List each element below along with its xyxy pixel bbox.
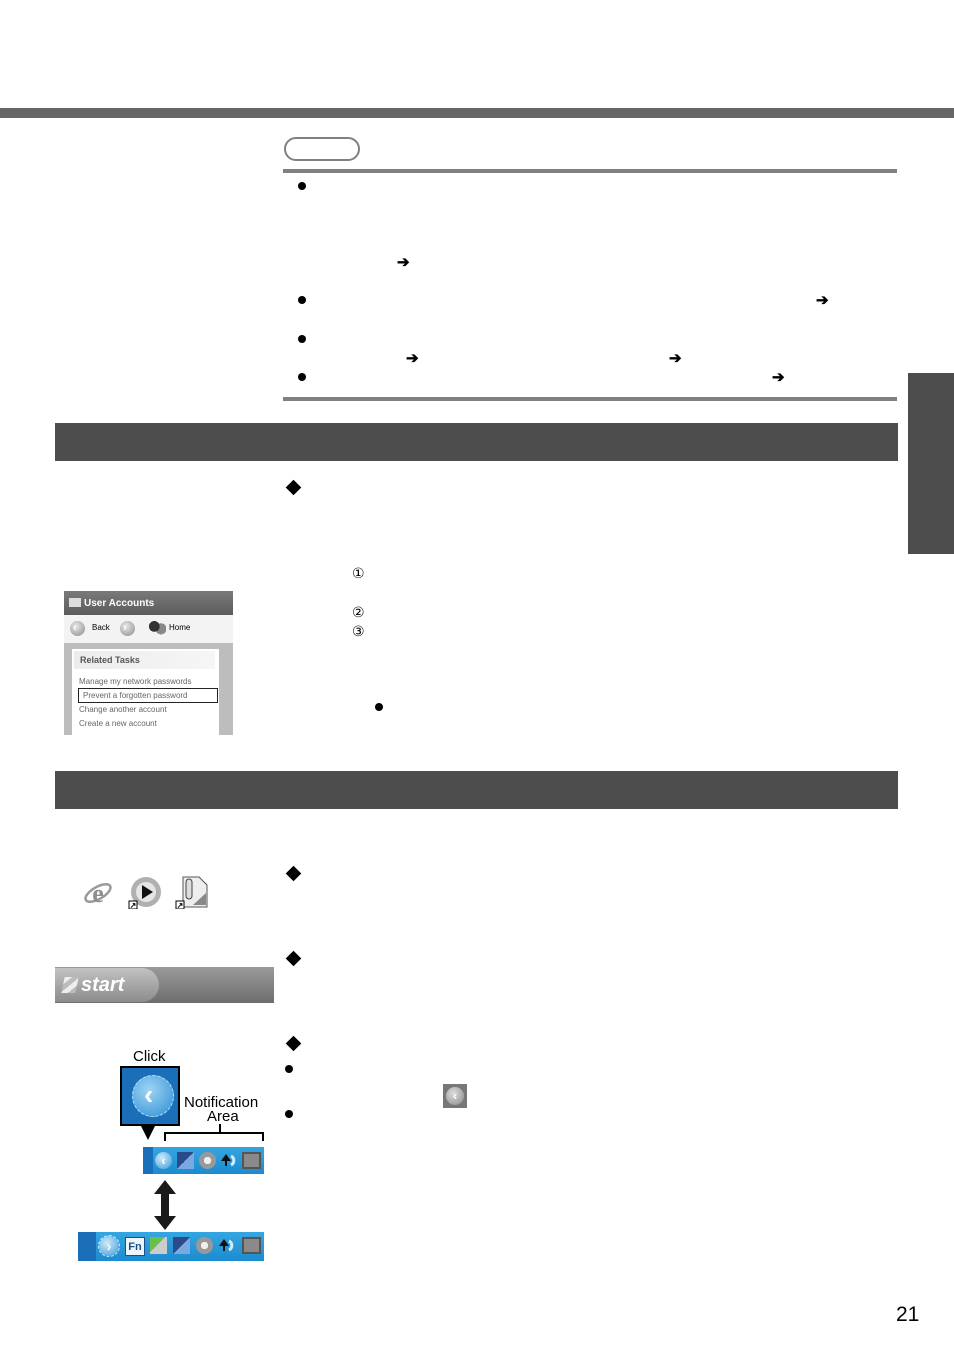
section-heading-bar-2 — [55, 771, 898, 809]
step-number-1: ① — [352, 566, 365, 582]
svg-text:↗: ↗ — [130, 901, 137, 909]
click-label: Click — [133, 1048, 166, 1065]
network-icon[interactable] — [173, 1237, 190, 1254]
expand-chevron-icon: ‹ — [132, 1075, 174, 1117]
bullet-point — [375, 703, 383, 711]
safely-remove-icon[interactable] — [218, 1237, 235, 1254]
back-button[interactable]: Back — [92, 623, 110, 632]
note-bullet-2 — [298, 296, 306, 304]
home-button[interactable]: Home — [169, 623, 190, 632]
note-label-pill — [284, 137, 360, 161]
note-arrow-icon: ➔ — [816, 292, 829, 309]
note-arrow-icon: ➔ — [397, 254, 410, 271]
display-icon[interactable] — [242, 1237, 261, 1254]
task-link-selected[interactable]: Prevent a forgotten password — [78, 688, 218, 703]
bracket-stem — [219, 1124, 221, 1132]
diamond-bullet-icon — [285, 1035, 302, 1052]
forward-arrow-icon[interactable]: › — [120, 621, 135, 636]
section-heading-bar-1 — [55, 423, 898, 461]
start-button[interactable]: start — [55, 968, 159, 1002]
note-bottom-rule — [283, 397, 897, 401]
page-number: 21 — [896, 1303, 920, 1326]
task-link[interactable]: Manage my network passwords — [75, 675, 215, 688]
note-arrow-icon: ➔ — [406, 350, 419, 367]
task-link[interactable]: Create a new account — [75, 717, 215, 730]
collapse-tray-button[interactable]: › — [98, 1235, 120, 1257]
notification-tray-expanded: › Fn — [78, 1232, 264, 1261]
volume-icon[interactable] — [196, 1237, 213, 1254]
notification-area-bracket — [164, 1132, 264, 1141]
header-rule — [0, 108, 954, 118]
navigation-toolbar: ‹ Back › Home — [64, 615, 233, 643]
volume-icon[interactable] — [199, 1152, 216, 1169]
network-icon[interactable] — [177, 1152, 194, 1169]
note-bullet-1 — [298, 182, 306, 190]
start-button-label: start — [81, 974, 125, 996]
back-arrow-icon[interactable]: ‹ — [70, 621, 85, 636]
diamond-bullet-icon — [285, 950, 302, 967]
notification-area-label-2: Area — [207, 1108, 239, 1125]
chapter-side-tab — [908, 373, 954, 554]
window-title: User Accounts — [84, 598, 155, 609]
callout-box: ‹ — [120, 1066, 180, 1126]
notification-tray-collapsed: ‹ — [143, 1147, 264, 1174]
diamond-bullet-icon — [285, 865, 302, 882]
display-icon[interactable] — [242, 1152, 261, 1169]
user-accounts-window: User Accounts ‹ Back › Home Related Task… — [64, 591, 233, 735]
step-number-3: ③ — [352, 624, 365, 640]
note-arrow-icon: ➔ — [772, 369, 785, 386]
related-tasks-heading: Related Tasks — [74, 651, 215, 669]
diamond-bullet-icon — [285, 479, 302, 496]
media-player-shortcut-icon: ↗ — [128, 877, 161, 909]
taskbar: start — [55, 967, 274, 1003]
fn-key-icon[interactable]: Fn — [125, 1237, 145, 1256]
callout-pointer — [140, 1124, 156, 1140]
internet-explorer-icon: e — [84, 879, 112, 908]
note-bullet-3 — [298, 335, 306, 343]
task-link[interactable]: Change another account — [75, 703, 215, 716]
window-title-bar: User Accounts — [64, 591, 233, 615]
user-accounts-icon — [69, 598, 81, 607]
related-tasks-pane: Related Tasks Manage my network password… — [72, 649, 219, 735]
step-number-2: ② — [352, 605, 365, 621]
touchpad-icon[interactable] — [150, 1237, 167, 1254]
note-arrow-icon: ➔ — [669, 350, 682, 367]
svg-text:↗: ↗ — [177, 901, 184, 909]
windows-flag-icon — [61, 977, 79, 993]
bullet-point — [285, 1110, 293, 1118]
double-arrow-icon — [154, 1180, 176, 1230]
expand-tray-button[interactable]: ‹ — [155, 1152, 172, 1169]
svg-text:e: e — [92, 879, 104, 908]
bullet-point — [285, 1065, 293, 1073]
note-bullet-4 — [298, 373, 306, 381]
home-users-icon[interactable] — [148, 620, 166, 636]
volume-document-shortcut-icon: ↗ — [175, 876, 208, 909]
safely-remove-icon[interactable] — [220, 1152, 237, 1169]
show-hidden-icons-button-icon: ‹ — [443, 1084, 467, 1108]
note-top-rule — [283, 169, 897, 173]
